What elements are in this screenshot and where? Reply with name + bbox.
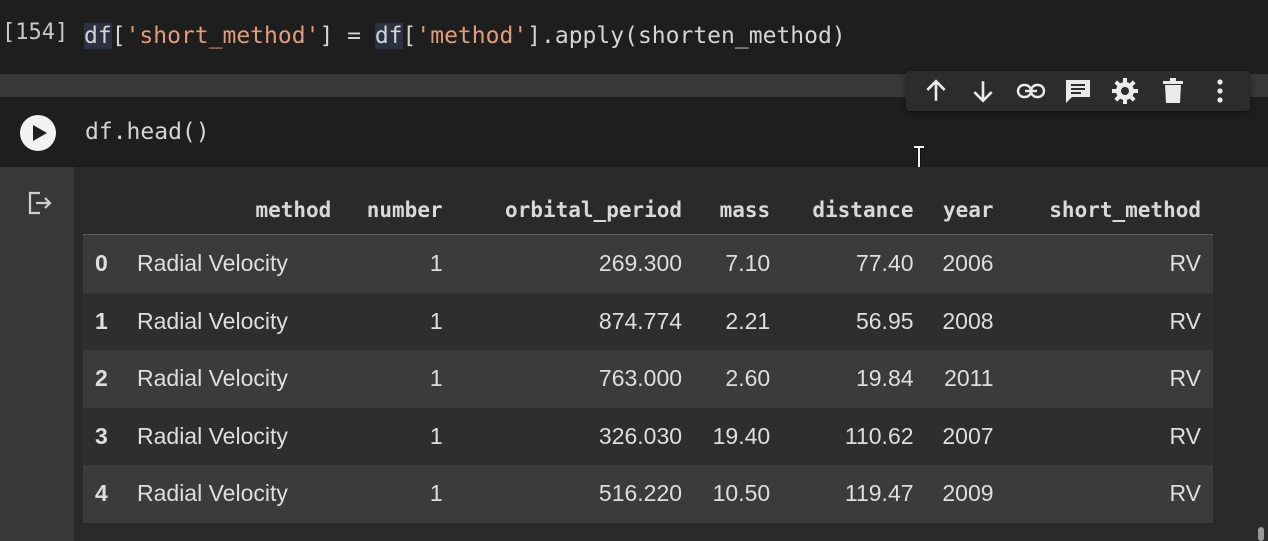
table-row: 1 Radial Velocity 1 874.774 2.21 56.95 2… (83, 292, 1213, 350)
column-header: orbital_period (454, 186, 695, 235)
table-cell: RV (1005, 465, 1213, 523)
table-cell: 2.21 (694, 292, 783, 350)
table-cell: 56.95 (782, 292, 926, 350)
table-cell: 77.40 (782, 234, 926, 293)
code-token: df (84, 23, 112, 49)
table-cell: 516.220 (454, 465, 695, 523)
row-index: 2 (83, 350, 137, 408)
table-cell: Radial Velocity (137, 292, 344, 350)
code-token: ].apply(shorten_method) (527, 23, 846, 49)
index-header (83, 186, 137, 235)
execution-count: [154] (2, 20, 69, 45)
row-index: 1 (83, 292, 137, 350)
gear-icon[interactable] (1109, 75, 1141, 107)
table-cell: 874.774 (454, 292, 695, 350)
arrow-up-icon[interactable] (920, 75, 952, 107)
table-cell: 7.10 (694, 234, 783, 293)
table-row: 0 Radial Velocity 1 269.300 7.10 77.40 2… (83, 234, 1213, 293)
table-row: 4 Radial Velocity 1 516.220 10.50 119.47… (83, 465, 1213, 523)
output-actions-icon[interactable] (27, 190, 53, 220)
column-header: number (343, 186, 455, 235)
row-index: 4 (83, 465, 137, 523)
link-icon[interactable] (1015, 75, 1047, 107)
table-cell: 2008 (925, 292, 1006, 350)
previous-code-cell[interactable]: [154] df['short_method'] = df['method'].… (0, 0, 1268, 74)
table-cell: 2.60 (694, 350, 783, 408)
more-vert-icon[interactable] (1204, 75, 1236, 107)
table-cell: Radial Velocity (137, 234, 344, 293)
code-token: [ (402, 23, 417, 49)
column-header: mass (694, 186, 783, 235)
code-token: [ (111, 23, 126, 49)
scrollbar[interactable] (1258, 527, 1264, 541)
play-icon (32, 125, 47, 141)
table-cell: 2011 (925, 350, 1006, 408)
table-cell: 19.84 (782, 350, 926, 408)
column-header: short_method (1005, 186, 1213, 235)
column-header: method (137, 186, 344, 235)
row-index: 3 (83, 407, 137, 465)
column-header: year (925, 186, 1006, 235)
table-cell: 763.000 (454, 350, 695, 408)
table-cell: Radial Velocity (137, 350, 344, 408)
table-cell: 269.300 (454, 234, 695, 293)
table-cell: 110.62 (782, 407, 926, 465)
output-gutter (0, 167, 74, 541)
table-cell: RV (1005, 350, 1213, 408)
code-token: df (374, 23, 403, 49)
column-header: distance (782, 186, 926, 235)
table-cell: RV (1005, 292, 1213, 350)
dataframe-table: method number orbital_period mass distan… (83, 186, 1213, 523)
cell-toolbar (906, 71, 1250, 111)
table-cell: 2007 (925, 407, 1006, 465)
table-cell: RV (1005, 407, 1213, 465)
table-cell: 19.40 (694, 407, 783, 465)
table-cell: 2006 (925, 234, 1006, 293)
table-row: 2 Radial Velocity 1 763.000 2.60 19.84 2… (83, 350, 1213, 408)
table-cell: 1 (343, 292, 455, 350)
table-cell: 119.47 (782, 465, 926, 523)
table-cell: 1 (343, 407, 455, 465)
code-editor[interactable]: df.head() (85, 119, 210, 145)
table-cell: Radial Velocity (137, 465, 344, 523)
code-token: ] = (319, 23, 375, 49)
trash-icon[interactable] (1157, 75, 1189, 107)
table-cell: 10.50 (694, 465, 783, 523)
table-cell: 1 (343, 350, 455, 408)
row-index: 0 (83, 234, 137, 293)
run-cell-button[interactable] (20, 115, 56, 151)
table-cell: RV (1005, 234, 1213, 293)
table-cell: Radial Velocity (137, 407, 344, 465)
code-editor[interactable]: df['short_method'] = df['method'].apply(… (84, 23, 846, 49)
table-cell: 326.030 (454, 407, 695, 465)
comment-icon[interactable] (1062, 75, 1094, 107)
arrow-down-icon[interactable] (967, 75, 999, 107)
table-cell: 2009 (925, 465, 1006, 523)
code-string: 'method' (416, 23, 528, 49)
code-string: 'short_method' (125, 23, 320, 49)
table-header-row: method number orbital_period mass distan… (83, 186, 1213, 235)
table-cell: 1 (343, 465, 455, 523)
table-cell: 1 (343, 234, 455, 293)
table-row: 3 Radial Velocity 1 326.030 19.40 110.62… (83, 407, 1213, 465)
